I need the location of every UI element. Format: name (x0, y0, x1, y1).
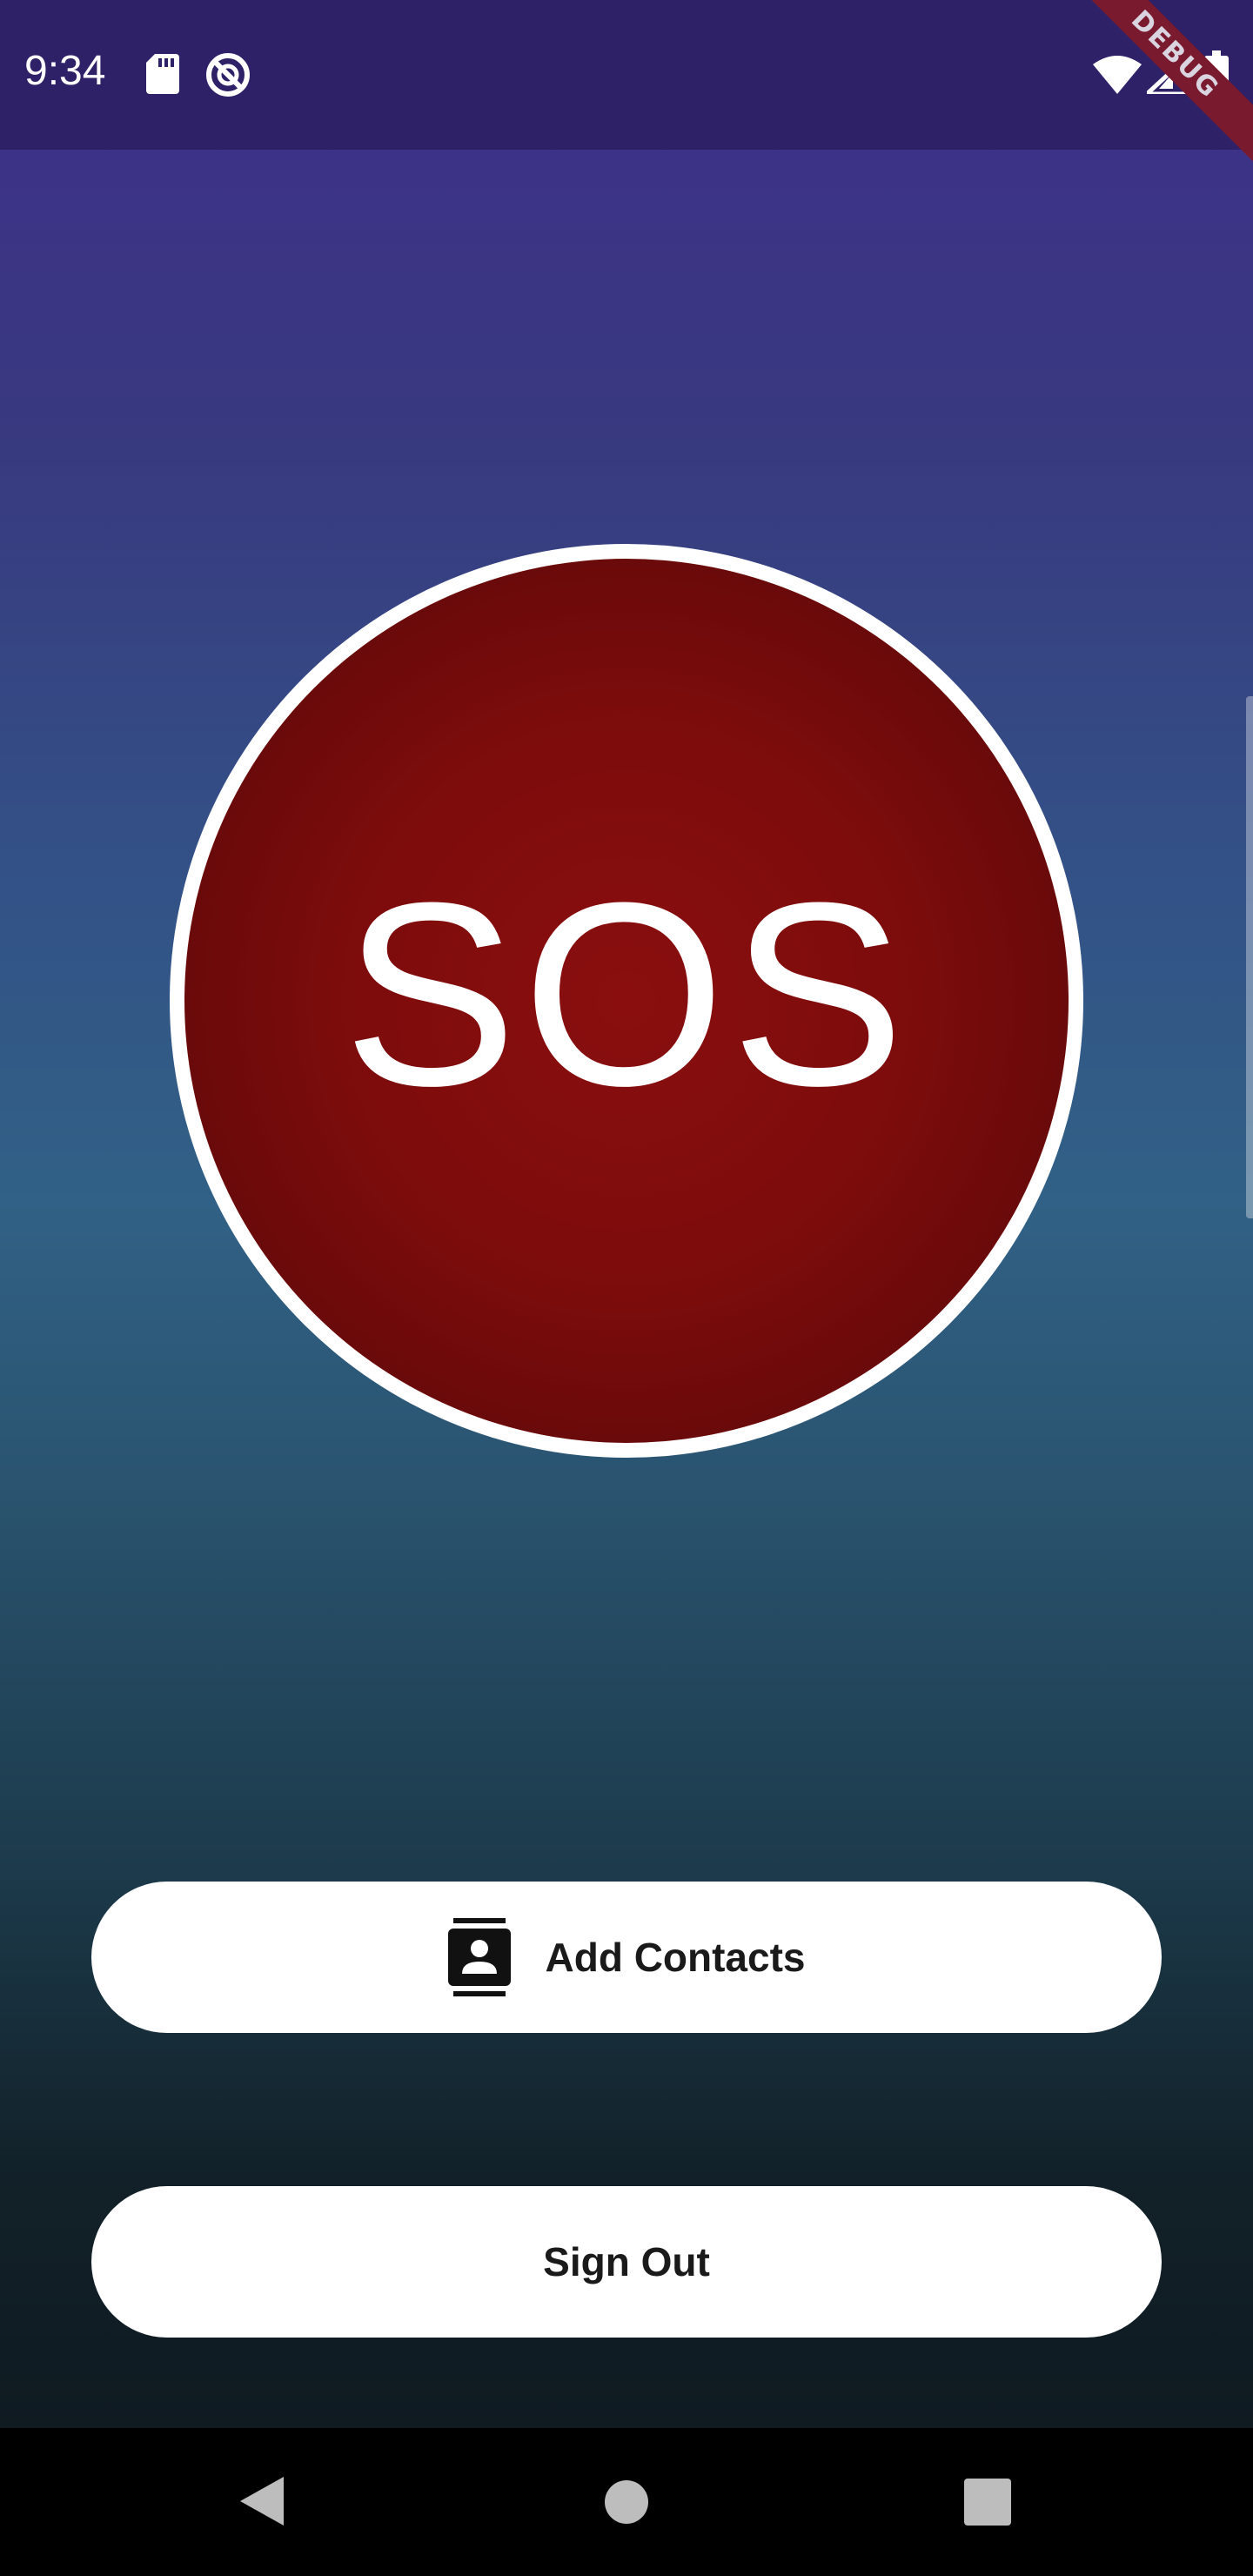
scroll-indicator (1246, 696, 1253, 1218)
add-contacts-button[interactable]: Add Contacts (91, 1882, 1162, 2033)
no-disturb-icon (206, 53, 250, 97)
home-icon[interactable] (603, 2479, 650, 2526)
status-time: 9:34 (24, 48, 106, 94)
sos-button-face: SOS (184, 559, 1069, 1443)
contacts-icon (447, 1918, 511, 1996)
status-bar: 9:34 (0, 0, 1253, 150)
back-icon[interactable] (235, 2473, 287, 2529)
navigation-bar (0, 2428, 1253, 2576)
sos-label: SOS (343, 848, 910, 1140)
recents-icon[interactable] (964, 2479, 1011, 2526)
add-contacts-label: Add Contacts (545, 1935, 806, 1980)
sd-card-icon (146, 54, 179, 94)
wifi-icon (1093, 56, 1142, 94)
sign-out-button[interactable]: Sign Out (91, 2186, 1162, 2338)
app-screen: 9:34 DEBUG SOS Add Contacts Sign Out (0, 0, 1253, 2576)
sos-button[interactable]: SOS (170, 544, 1083, 1458)
sign-out-label: Sign Out (543, 2239, 710, 2284)
